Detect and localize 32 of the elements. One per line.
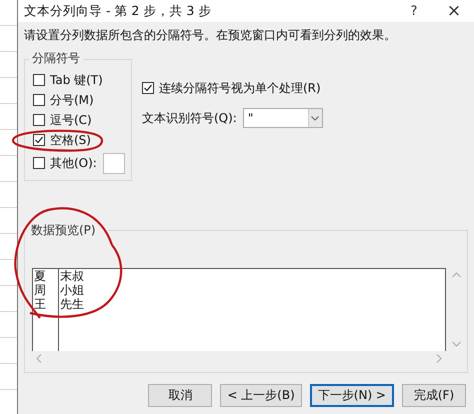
dialog-button[interactable]: 取消: [148, 384, 212, 407]
checkbox[interactable]: [33, 157, 45, 169]
table-cell: 周: [33, 283, 59, 297]
checkbox-label: 空格(S): [50, 132, 91, 148]
checkbox[interactable]: [33, 134, 45, 146]
table-cell: 夏: [33, 269, 59, 283]
instruction-text: 请设置分列数据所包含的分隔符号。在预览窗口内可看到分列的效果。: [23, 27, 397, 44]
checkbox-label: 连续分隔符号视为单个处理(R): [159, 80, 321, 96]
checkbox[interactable]: [33, 94, 45, 106]
checkbox-label: 逗号(C): [50, 112, 92, 128]
dialog-button[interactable]: 下一步(N) >: [310, 384, 394, 407]
close-button[interactable]: ×: [434, 1, 474, 21]
checkbox-label: 其他(O):: [50, 154, 97, 172]
table-cell-text: 小姐: [59, 283, 85, 297]
help-button[interactable]: ?: [394, 4, 434, 18]
checkbox-label: Tab 键(T): [50, 72, 103, 88]
dialog-button[interactable]: < 上一步(B): [220, 384, 302, 407]
checkbox[interactable]: [33, 74, 45, 86]
checkbox-label: 分号(M): [50, 92, 94, 108]
dropdown[interactable]: ": [242, 108, 323, 128]
checkbox[interactable]: [33, 114, 45, 126]
dialog-button[interactable]: 完成(F): [402, 384, 466, 407]
table-cell: 王: [33, 297, 59, 311]
checkbox[interactable]: [142, 82, 154, 94]
table-cell-text: 末叔: [59, 269, 85, 283]
preview-label: 数据预览(P): [30, 222, 97, 238]
table-cell-text: 先生: [59, 297, 85, 311]
input-field[interactable]: [102, 152, 125, 174]
window-title: 文本分列向导 - 第 2 步，共 3 步: [24, 2, 212, 20]
group-label: 分隔符号: [29, 50, 83, 67]
chevron-down-icon: [311, 116, 320, 120]
field-label: 文本识别符号(Q):: [142, 110, 237, 126]
